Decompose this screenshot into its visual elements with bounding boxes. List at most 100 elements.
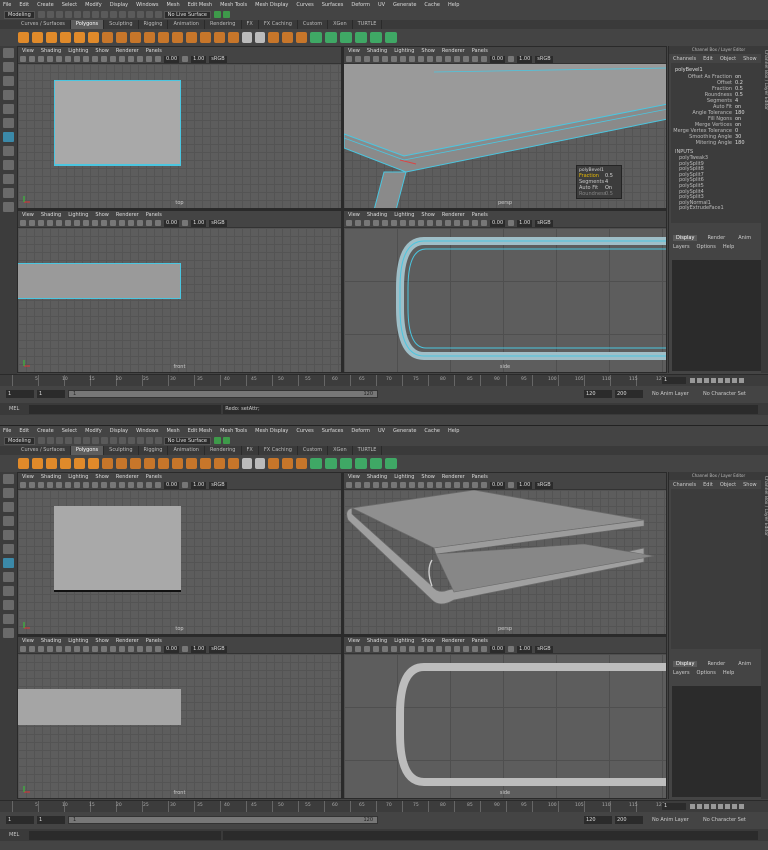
xray-icon[interactable]: [155, 220, 161, 226]
menu-renderer[interactable]: Renderer: [116, 212, 139, 218]
separate-icon[interactable]: [228, 458, 239, 469]
tab-render[interactable]: Render: [704, 235, 728, 241]
smooth-shade-icon[interactable]: [92, 56, 98, 62]
shelf-tab-custom[interactable]: Custom: [298, 20, 329, 29]
menu-lighting[interactable]: Lighting: [68, 474, 88, 480]
menu-view[interactable]: View: [348, 212, 360, 218]
new-scene-icon[interactable]: [37, 437, 45, 444]
bevel-icon[interactable]: [268, 458, 279, 469]
isolate-icon[interactable]: [146, 482, 152, 488]
four-view-icon[interactable]: [3, 160, 14, 170]
grid-icon[interactable]: [56, 220, 62, 226]
image-plane-icon[interactable]: [373, 220, 379, 226]
gamma-field[interactable]: 1.00: [517, 219, 533, 227]
menu-uv[interactable]: UV: [378, 428, 385, 434]
exposure-field[interactable]: 0.00: [490, 645, 506, 653]
cylinder-icon[interactable]: [46, 458, 57, 469]
separate-icon[interactable]: [228, 32, 239, 43]
lock-camera-icon[interactable]: [355, 482, 361, 488]
helix-icon[interactable]: [172, 458, 183, 469]
exposure-field[interactable]: 0.00: [490, 481, 506, 489]
menu-object[interactable]: Object: [720, 482, 736, 488]
live-surface-icon[interactable]: [154, 11, 162, 18]
shelf-tab-fx[interactable]: FX: [242, 20, 259, 29]
shelf-tab-fx-caching[interactable]: FX Caching: [259, 446, 298, 455]
resolution-gate-icon[interactable]: [74, 646, 80, 652]
soccer-ball-icon[interactable]: [200, 458, 211, 469]
resolution-gate-icon[interactable]: [74, 482, 80, 488]
menu-help[interactable]: Help: [448, 2, 459, 8]
viewport-persp[interactable]: View Shading Lighting Show Renderer Panels 0.…: [343, 472, 667, 635]
menu-uv[interactable]: UV: [378, 2, 385, 8]
mel-label[interactable]: MEL: [9, 406, 19, 412]
menu-show[interactable]: Show: [421, 638, 435, 644]
helix-icon[interactable]: [172, 32, 183, 43]
smooth-shade-icon[interactable]: [92, 482, 98, 488]
gamma-field[interactable]: 1.00: [517, 645, 533, 653]
live-surface-field[interactable]: No Live Surface: [163, 10, 211, 19]
menu-view[interactable]: View: [348, 474, 360, 480]
menu-shading[interactable]: Shading: [41, 638, 61, 644]
channel-row[interactable]: Mitering Angle 180: [673, 140, 764, 146]
scale-tool-icon[interactable]: [3, 544, 14, 554]
redo-icon[interactable]: [73, 437, 81, 444]
prev-key-icon[interactable]: [704, 803, 709, 809]
bookmark-icon[interactable]: [38, 220, 44, 226]
bookmark-icon[interactable]: [38, 56, 44, 62]
disc-icon[interactable]: [102, 32, 113, 43]
torus-icon[interactable]: [74, 32, 85, 43]
gamma-icon[interactable]: [182, 646, 189, 652]
bookmark-icon[interactable]: [38, 482, 44, 488]
anim-start-field[interactable]: 1: [37, 816, 65, 824]
menu-edit-mesh[interactable]: Edit Mesh: [188, 428, 212, 434]
lock-camera-icon[interactable]: [29, 56, 35, 62]
select-hierarchy-icon[interactable]: [82, 437, 90, 444]
lock-camera-icon[interactable]: [29, 482, 35, 488]
exposure-field[interactable]: 0.00: [490, 219, 506, 227]
spherical-map-icon[interactable]: [355, 32, 367, 43]
side-tab-channel-box[interactable]: Channel Box / Layer Editor: [763, 50, 768, 110]
range-start-field[interactable]: 1: [6, 390, 34, 398]
snap-surface-icon[interactable]: [145, 11, 153, 18]
menu-show[interactable]: Show: [421, 48, 435, 54]
extrude-icon[interactable]: [282, 458, 293, 469]
select-component-icon[interactable]: [100, 11, 108, 18]
ao-icon[interactable]: [463, 646, 469, 652]
planar-map-icon[interactable]: [325, 32, 337, 43]
film-gate-icon[interactable]: [65, 220, 71, 226]
paint-select-icon[interactable]: [3, 502, 14, 512]
isolate-icon[interactable]: [472, 220, 478, 226]
gamma-icon[interactable]: [508, 482, 515, 488]
camera-icon[interactable]: [20, 56, 26, 62]
shelf-tab-fx[interactable]: FX: [242, 446, 259, 455]
tab-display[interactable]: Display: [673, 660, 698, 667]
image-plane-icon[interactable]: [47, 482, 53, 488]
wireframe-on-shaded-icon[interactable]: [427, 220, 433, 226]
menu-panels[interactable]: Panels: [472, 474, 488, 480]
live-surface-icon[interactable]: [154, 437, 162, 444]
menu-panels[interactable]: Panels: [472, 638, 488, 644]
ipr-render-icon[interactable]: [223, 437, 230, 444]
select-tool-icon[interactable]: [3, 48, 14, 58]
menu-create[interactable]: Create: [37, 428, 54, 434]
image-plane-icon[interactable]: [373, 482, 379, 488]
menu-lighting[interactable]: Lighting: [394, 48, 414, 54]
textured-icon[interactable]: [110, 56, 116, 62]
menu-panels[interactable]: Panels: [146, 48, 162, 54]
mesh-front-view[interactable]: [18, 263, 181, 299]
menu-shading[interactable]: Shading: [41, 212, 61, 218]
character-set-dropdown[interactable]: No Character Set: [703, 391, 746, 397]
mesh-top-view[interactable]: [54, 80, 181, 166]
xray-icon[interactable]: [481, 482, 487, 488]
textured-icon[interactable]: [110, 220, 116, 226]
smooth-shade-icon[interactable]: [418, 220, 424, 226]
viewport-front[interactable]: View Shading Lighting Show Renderer Panels 0.…: [17, 210, 342, 373]
shadows-icon[interactable]: [454, 482, 460, 488]
menu-show[interactable]: Show: [95, 212, 109, 218]
isolate-icon[interactable]: [146, 56, 152, 62]
viewport-top[interactable]: View Shading Lighting Show Renderer Panels 0.…: [17, 46, 342, 209]
snap-point-icon[interactable]: [127, 11, 135, 18]
menu-lighting[interactable]: Lighting: [68, 212, 88, 218]
camera-icon[interactable]: [346, 56, 352, 62]
menu-lighting[interactable]: Lighting: [394, 212, 414, 218]
